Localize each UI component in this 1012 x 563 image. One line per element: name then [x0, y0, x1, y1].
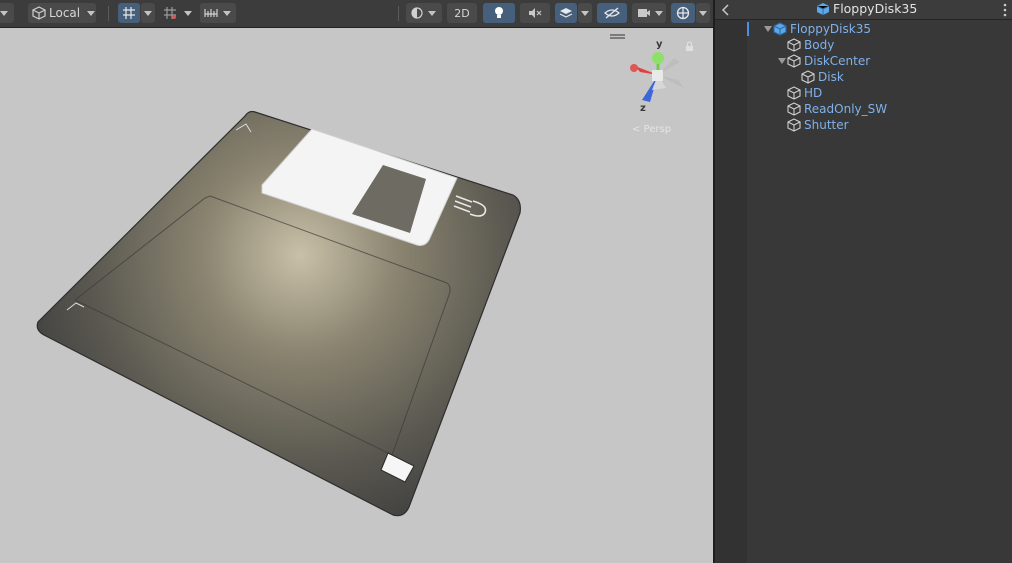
camera-icon	[638, 9, 650, 17]
gizmos-toggle[interactable]	[671, 3, 695, 23]
chevron-down-icon	[144, 10, 152, 16]
hierarchy-panel: FloppyDisk35 FloppyDisk35 Body DiskCenter D…	[713, 0, 1012, 563]
cube-icon	[32, 6, 46, 20]
hierarchy-item[interactable]: DiskCenter	[777, 53, 870, 69]
effects-dropdown[interactable]	[578, 3, 592, 23]
mode-2d-button[interactable]: 2D	[447, 3, 477, 23]
hierarchy-item-label: Shutter	[804, 118, 849, 132]
hierarchy-item-label: HD	[804, 86, 823, 100]
effects-toggle[interactable]	[555, 3, 577, 23]
grid-snap-icon	[123, 7, 135, 19]
hierarchy-item[interactable]: Body	[777, 37, 834, 53]
hierarchy-item[interactable]: Shutter	[777, 117, 849, 133]
gizmos-dropdown[interactable]	[696, 3, 710, 23]
hierarchy-item-label: ReadOnly_SW	[804, 102, 888, 116]
prefab-title: FloppyDisk35	[833, 1, 918, 16]
chevron-down-icon	[655, 10, 663, 16]
scene-view[interactable]: y z < Persp	[0, 0, 713, 563]
audio-toggle[interactable]	[520, 3, 550, 23]
chevron-down-icon	[184, 10, 192, 16]
pivot-mode-dropdown[interactable]	[0, 3, 14, 23]
expand-triangle-icon[interactable]	[763, 26, 773, 32]
pivot-rotation-dropdown[interactable]: Local	[28, 3, 96, 23]
more-options-icon[interactable]	[1002, 3, 1008, 17]
gizmo-y-label[interactable]: y	[656, 39, 663, 50]
ruler-icon	[204, 9, 218, 17]
gizmo-z-label[interactable]: z	[640, 103, 646, 114]
hierarchy-item-label: Disk	[818, 70, 844, 84]
view-projection-label[interactable]: < Persp	[632, 124, 671, 135]
scene-toolbar: Local 2D	[0, 0, 713, 28]
hierarchy-item[interactable]: HD	[777, 85, 822, 101]
speaker-muted-icon	[529, 8, 542, 18]
hierarchy-header: FloppyDisk35	[715, 0, 1012, 20]
back-chevron-icon[interactable]	[721, 4, 731, 16]
chevron-down-icon	[87, 10, 96, 16]
increment-snap-toggle[interactable]	[160, 3, 180, 23]
lock-icon	[686, 41, 693, 51]
hierarchy-item[interactable]: FloppyDisk35	[763, 21, 871, 37]
hierarchy-item-label: DiskCenter	[804, 54, 871, 68]
prefab-icon	[816, 3, 830, 15]
scene-canvas[interactable]	[0, 0, 713, 563]
selection-indicator	[747, 22, 749, 36]
eye-hidden-icon	[604, 7, 620, 19]
hierarchy-item-label: FloppyDisk35	[790, 22, 871, 36]
scene-visibility-toggle[interactable]	[597, 3, 627, 23]
increment-snap-dropdown[interactable]	[182, 3, 194, 23]
gameobject-cube-icon	[787, 54, 801, 68]
hierarchy-item-label: Body	[804, 38, 835, 52]
chevron-down-icon	[581, 10, 589, 16]
increment-snap-icon	[164, 7, 176, 19]
chevron-down-icon	[428, 10, 436, 16]
gameobject-cube-icon	[787, 38, 801, 52]
grid-snapping-dropdown[interactable]	[141, 3, 155, 23]
chevron-down-icon	[0, 10, 8, 16]
gameobject-cube-icon	[801, 70, 815, 84]
gameobject-cube-icon	[787, 118, 801, 132]
gizmo-icon	[676, 6, 690, 20]
pivot-rotation-label: Local	[49, 6, 81, 20]
expand-triangle-icon[interactable]	[777, 58, 787, 64]
camera-settings-dropdown[interactable]	[632, 3, 666, 23]
toolbar-separator	[398, 6, 399, 21]
gameobject-cube-icon	[787, 86, 801, 100]
hierarchy-gutter	[715, 20, 747, 563]
orientation-gizmo	[630, 52, 684, 102]
lighting-toggle[interactable]	[483, 3, 515, 23]
hierarchy-item[interactable]: ReadOnly_SW	[777, 101, 887, 117]
draw-mode-dropdown[interactable]	[406, 3, 442, 23]
ruler-toggle[interactable]	[200, 3, 236, 23]
chevron-down-icon	[699, 10, 707, 16]
hierarchy-item[interactable]: Disk	[791, 69, 844, 85]
drag-handle-icon	[610, 34, 625, 39]
gameobject-cube-icon	[787, 102, 801, 116]
toolbar-separator	[108, 6, 109, 21]
prefab-icon	[773, 22, 787, 36]
chevron-down-icon	[223, 10, 231, 16]
grid-snapping-toggle[interactable]	[118, 3, 140, 23]
shaded-sphere-icon	[411, 7, 423, 19]
layers-icon	[559, 8, 573, 18]
lightbulb-icon	[495, 7, 503, 18]
